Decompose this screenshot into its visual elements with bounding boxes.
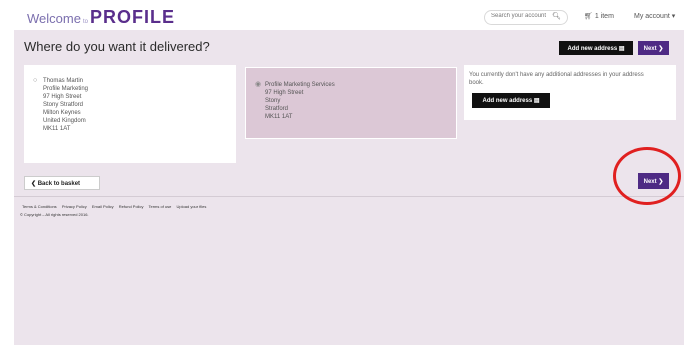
address-card-2-selected[interactable]: ◉ Profile Marketing Services 97 High Str… bbox=[245, 67, 457, 139]
no-addresses-message: You currently don't have any additional … bbox=[469, 72, 644, 86]
address-line: Stony bbox=[265, 98, 281, 104]
footer-link-terms[interactable]: Terms & Conditions bbox=[22, 204, 57, 209]
footer-link-upload[interactable]: Upload your files bbox=[177, 204, 207, 209]
basket-link[interactable]: 🛒︎ 1 item bbox=[584, 12, 614, 20]
add-new-address-button[interactable]: Add new address ▤ bbox=[472, 93, 550, 108]
address-line: Profile Marketing Services bbox=[265, 82, 335, 88]
page-frame: WelcometoPROFILE 🔍︎ 🛒︎ 1 item My account… bbox=[14, 4, 684, 345]
address-line: MK11 1AT bbox=[265, 114, 293, 120]
address-book-panel: You currently don't have any additional … bbox=[464, 65, 676, 120]
address-line: Stony Stratford bbox=[43, 102, 84, 108]
address-block: ◉ Profile Marketing Services 97 High Str… bbox=[255, 81, 335, 121]
search-input[interactable] bbox=[491, 13, 553, 19]
address-line: Milton Keynes bbox=[43, 110, 81, 116]
address-line: 97 High Street bbox=[265, 90, 304, 96]
address-block: ○ Thomas Martin Profile Marketing 97 Hig… bbox=[33, 77, 88, 133]
divider bbox=[14, 196, 684, 197]
address-line: 97 High Street bbox=[43, 94, 82, 100]
account-menu[interactable]: My account ▾ bbox=[634, 12, 675, 20]
footer-link-email[interactable]: Email Policy bbox=[92, 204, 114, 209]
radio-button[interactable]: ◉ bbox=[255, 81, 261, 89]
search-box[interactable]: 🔍︎ bbox=[484, 10, 568, 25]
back-to-basket-button[interactable]: ❮ Back to basket bbox=[24, 176, 100, 190]
to-text: to bbox=[82, 19, 88, 25]
footer-links: Terms & Conditions Privacy Policy Email … bbox=[22, 204, 210, 209]
address-line: United Kingdom bbox=[43, 118, 86, 124]
highlight-circle-annotation bbox=[613, 147, 681, 205]
copyright-text: © Copyright – All rights reserved 2016. bbox=[20, 212, 89, 217]
brand-logo[interactable]: Welcome to PROFILE bbox=[27, 7, 175, 28]
address-line: MK11 1AT bbox=[43, 126, 71, 132]
footer-link-terms-of-use[interactable]: Terms of use bbox=[149, 204, 172, 209]
top-bar: WelcometoPROFILE 🔍︎ 🛒︎ 1 item My account… bbox=[14, 4, 684, 30]
footer-link-refund[interactable]: Refund Policy bbox=[119, 204, 144, 209]
radio-button[interactable]: ○ bbox=[33, 77, 37, 85]
next-button-top[interactable]: Next ❯ bbox=[638, 41, 669, 55]
address-line: Profile Marketing bbox=[43, 86, 89, 92]
profile-logo-text: PROFILE bbox=[89, 7, 175, 27]
footer-link-privacy[interactable]: Privacy Policy bbox=[62, 204, 87, 209]
welcome-text: Welcome bbox=[27, 11, 81, 26]
address-card-1[interactable]: ○ Thomas Martin Profile Marketing 97 Hig… bbox=[24, 65, 236, 163]
search-icon[interactable]: 🔍︎ bbox=[552, 12, 561, 20]
page-title: Where do you want it delivered? bbox=[24, 39, 210, 54]
add-new-address-button-top[interactable]: Add new address ▤ bbox=[559, 41, 633, 55]
cart-icon: 🛒︎ bbox=[584, 13, 593, 20]
address-line: Stratford bbox=[265, 106, 289, 112]
address-line: Thomas Martin bbox=[43, 78, 84, 84]
basket-count: 1 item bbox=[594, 13, 614, 20]
